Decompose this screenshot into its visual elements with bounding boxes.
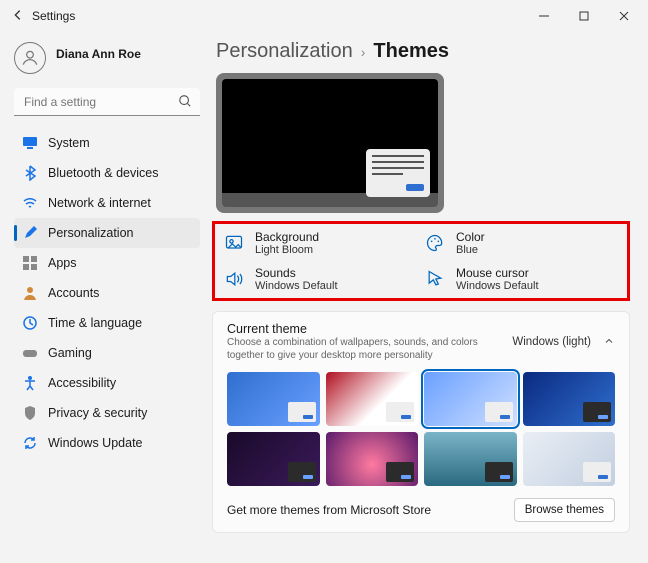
bluetooth-icon (22, 165, 38, 181)
minimize-button[interactable] (524, 2, 564, 30)
breadcrumb-current: Themes (373, 40, 449, 63)
sidebar-item-network[interactable]: Network & internet (14, 188, 200, 218)
user-block[interactable]: Diana Ann Roe (14, 38, 200, 88)
sidebar-item-gaming[interactable]: Gaming (14, 338, 200, 368)
main-panel: Personalization › Themes BackgroundLight… (210, 32, 648, 563)
current-theme-card: Current theme Choose a combination of wa… (212, 311, 630, 533)
maximize-button[interactable] (564, 2, 604, 30)
avatar (14, 42, 46, 74)
option-cursor[interactable]: Mouse cursorWindows Default (424, 266, 619, 292)
search-icon (178, 94, 192, 111)
apps-icon (22, 255, 38, 271)
shield-icon (22, 405, 38, 421)
person-icon (22, 285, 38, 301)
user-name: Diana Ann Roe (56, 47, 176, 61)
update-icon (22, 435, 38, 451)
palette-icon (424, 232, 446, 254)
current-theme-value: Windows (light) (512, 336, 591, 348)
brush-icon (22, 225, 38, 241)
sidebar-item-system[interactable]: System (14, 128, 200, 158)
store-row: Get more themes from Microsoft Store Bro… (227, 498, 615, 522)
accessibility-icon (22, 375, 38, 391)
window-title: Settings (32, 9, 75, 23)
chevron-up-icon (603, 335, 615, 350)
image-icon (223, 232, 245, 254)
option-background[interactable]: BackgroundLight Bloom (223, 230, 418, 256)
theme-preview (216, 73, 444, 213)
breadcrumb-parent[interactable]: Personalization (216, 40, 353, 63)
sidebar-item-accounts[interactable]: Accounts (14, 278, 200, 308)
chevron-right-icon: › (361, 44, 366, 60)
close-button[interactable] (604, 2, 644, 30)
titlebar: Settings (0, 0, 648, 32)
theme-thumbnail[interactable] (227, 432, 320, 486)
current-theme-title: Current theme (227, 322, 500, 336)
theme-thumbnails (227, 372, 615, 486)
theme-thumbnail[interactable] (227, 372, 320, 426)
sidebar-item-update[interactable]: Windows Update (14, 428, 200, 458)
sidebar-item-personalization[interactable]: Personalization (14, 218, 200, 248)
clock-icon (22, 315, 38, 331)
theme-thumbnail[interactable] (523, 372, 616, 426)
theme-thumbnail[interactable] (424, 372, 517, 426)
cursor-icon (424, 268, 446, 290)
sidebar-item-accessibility[interactable]: Accessibility (14, 368, 200, 398)
theme-thumbnail[interactable] (326, 372, 419, 426)
sidebar-item-privacy[interactable]: Privacy & security (14, 398, 200, 428)
current-theme-header[interactable]: Current theme Choose a combination of wa… (227, 322, 615, 362)
theme-thumbnail[interactable] (523, 432, 616, 486)
sidebar-item-apps[interactable]: Apps (14, 248, 200, 278)
gamepad-icon (22, 345, 38, 361)
breadcrumb: Personalization › Themes (216, 40, 630, 63)
user-email-redacted (56, 61, 176, 69)
theme-thumbnail[interactable] (424, 432, 517, 486)
monitor-icon (22, 135, 38, 151)
search-box[interactable] (14, 88, 200, 116)
current-theme-desc: Choose a combination of wallpapers, soun… (227, 336, 500, 362)
theme-options-highlight: BackgroundLight Bloom ColorBlue SoundsWi… (212, 221, 630, 301)
sidebar: Diana Ann Roe System Bluetooth & devices… (0, 32, 210, 563)
wifi-icon (22, 195, 38, 211)
option-sounds[interactable]: SoundsWindows Default (223, 266, 418, 292)
theme-thumbnail[interactable] (326, 432, 419, 486)
store-label: Get more themes from Microsoft Store (227, 503, 431, 517)
search-input[interactable] (14, 88, 200, 116)
nav-list: System Bluetooth & devices Network & int… (14, 128, 200, 458)
sidebar-item-bluetooth[interactable]: Bluetooth & devices (14, 158, 200, 188)
option-color[interactable]: ColorBlue (424, 230, 619, 256)
browse-themes-button[interactable]: Browse themes (514, 498, 615, 522)
back-button[interactable] (4, 8, 32, 25)
sidebar-item-time[interactable]: Time & language (14, 308, 200, 338)
speaker-icon (223, 268, 245, 290)
